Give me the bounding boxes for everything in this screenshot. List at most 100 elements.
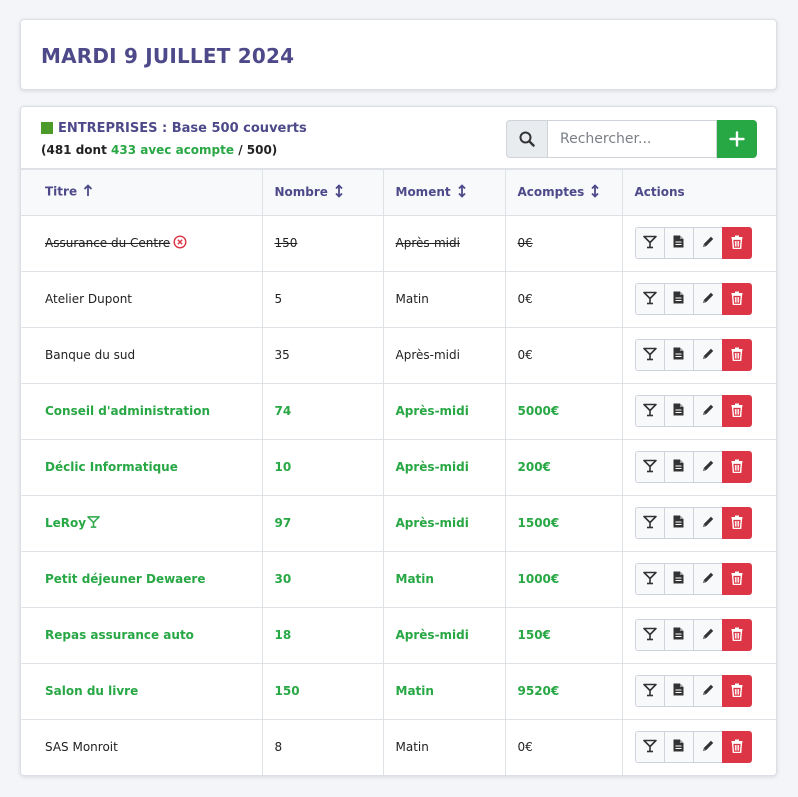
cell-actions	[621, 494, 776, 552]
document-button[interactable]	[663, 619, 694, 651]
document-icon	[673, 515, 684, 531]
row-title: Petit déjeuner Dewaere	[45, 572, 206, 586]
cell-nombre: 150	[261, 662, 384, 720]
cocktail-button[interactable]	[634, 227, 665, 259]
column-acomptes[interactable]: Acomptes	[504, 168, 623, 216]
row-actions	[634, 619, 765, 651]
table-row: Repas assurance auto 18 Après-midi 150€	[21, 606, 776, 664]
delete-button[interactable]	[721, 507, 752, 539]
row-moment: Après-midi	[395, 460, 469, 474]
title-card: MARDI 9 JUILLET 2024	[20, 19, 777, 90]
trash-icon	[731, 627, 743, 644]
companies-card: ENTREPRISES : Base 500 couverts (481 don…	[20, 106, 777, 776]
cell-titre: LeRoy	[21, 494, 263, 552]
cell-moment: Matin	[382, 270, 506, 328]
column-titre[interactable]: Titre	[21, 168, 263, 216]
cell-acomptes: 9520€	[504, 662, 623, 720]
row-title: Atelier Dupont	[45, 292, 132, 306]
cell-actions	[621, 438, 776, 496]
document-icon	[673, 683, 684, 699]
cocktail-button[interactable]	[634, 731, 665, 763]
summary-deposit-count: 433 avec acompte	[111, 143, 235, 157]
column-moment[interactable]: Moment	[382, 168, 506, 216]
cocktail-button[interactable]	[634, 507, 665, 539]
row-title: Assurance du Centre	[45, 235, 171, 250]
cocktail-button[interactable]	[634, 563, 665, 595]
delete-button[interactable]	[721, 675, 752, 707]
cocktail-button[interactable]	[634, 283, 665, 315]
row-deposit: 0€	[517, 740, 533, 754]
pencil-icon	[701, 683, 715, 700]
document-button[interactable]	[663, 507, 694, 539]
cell-acomptes: 0€	[504, 718, 623, 775]
cell-moment: Matin	[382, 718, 506, 775]
document-button[interactable]	[663, 451, 694, 483]
document-button[interactable]	[663, 675, 694, 707]
cell-moment: Matin	[382, 550, 506, 608]
row-actions	[634, 563, 765, 595]
edit-button[interactable]	[692, 675, 723, 707]
document-button[interactable]	[663, 731, 694, 763]
cell-moment: Après-midi	[382, 438, 506, 496]
document-button[interactable]	[663, 339, 694, 371]
delete-button[interactable]	[721, 395, 752, 427]
delete-button[interactable]	[721, 563, 752, 595]
sort-vertical-icon	[334, 183, 344, 201]
cocktail-button[interactable]	[634, 451, 665, 483]
document-button[interactable]	[663, 563, 694, 595]
edit-button[interactable]	[692, 507, 723, 539]
search-icon[interactable]	[506, 120, 548, 158]
cocktail-button[interactable]	[634, 675, 665, 707]
cocktail-icon	[642, 459, 657, 476]
delete-button[interactable]	[721, 731, 752, 763]
delete-button[interactable]	[721, 451, 752, 483]
add-button[interactable]	[717, 120, 757, 158]
companies-table: Titre Nombre Moment Acomptes Actions Ass…	[21, 168, 776, 775]
row-deposit: 9520€	[517, 684, 560, 698]
column-nombre[interactable]: Nombre	[261, 168, 384, 216]
delete-button[interactable]	[721, 227, 752, 259]
cell-acomptes: 0€	[504, 326, 623, 384]
search-input[interactable]	[548, 120, 717, 158]
edit-button[interactable]	[692, 619, 723, 651]
cell-titre: Conseil d'administration	[21, 382, 263, 440]
cell-titre: Assurance du Centre	[21, 214, 263, 272]
row-title: LeRoy	[45, 515, 87, 530]
cell-nombre: 35	[261, 326, 384, 384]
delete-button[interactable]	[721, 283, 752, 315]
cell-acomptes: 0€	[504, 214, 623, 272]
pencil-icon	[701, 291, 715, 308]
edit-button[interactable]	[692, 731, 723, 763]
document-button[interactable]	[663, 227, 694, 259]
trash-icon	[731, 459, 743, 476]
cell-moment: Après-midi	[382, 326, 506, 384]
edit-button[interactable]	[692, 227, 723, 259]
trash-icon	[731, 739, 743, 756]
delete-button[interactable]	[721, 619, 752, 651]
trash-icon	[731, 571, 743, 588]
document-button[interactable]	[663, 283, 694, 315]
section-color-marker	[41, 122, 53, 134]
cell-moment: Après-midi	[382, 214, 506, 272]
row-actions	[634, 507, 765, 539]
cocktail-button[interactable]	[634, 395, 665, 427]
table-row: Atelier Dupont 5 Matin 0€	[21, 270, 776, 328]
edit-button[interactable]	[692, 563, 723, 595]
document-button[interactable]	[663, 395, 694, 427]
row-actions	[634, 451, 765, 483]
document-icon	[673, 627, 684, 643]
arrow-up-icon	[83, 184, 93, 200]
edit-button[interactable]	[692, 451, 723, 483]
edit-button[interactable]	[692, 283, 723, 315]
table-row: Assurance du Centre 150 Après-midi 0€	[21, 214, 776, 272]
cell-actions	[621, 326, 776, 384]
table-row: Banque du sud 35 Après-midi 0€	[21, 326, 776, 384]
cocktail-icon	[642, 347, 657, 364]
edit-button[interactable]	[692, 395, 723, 427]
cocktail-button[interactable]	[634, 619, 665, 651]
row-deposit: 5000€	[517, 404, 560, 418]
edit-button[interactable]	[692, 339, 723, 371]
cocktail-button[interactable]	[634, 339, 665, 371]
trash-icon	[731, 347, 743, 364]
delete-button[interactable]	[721, 339, 752, 371]
